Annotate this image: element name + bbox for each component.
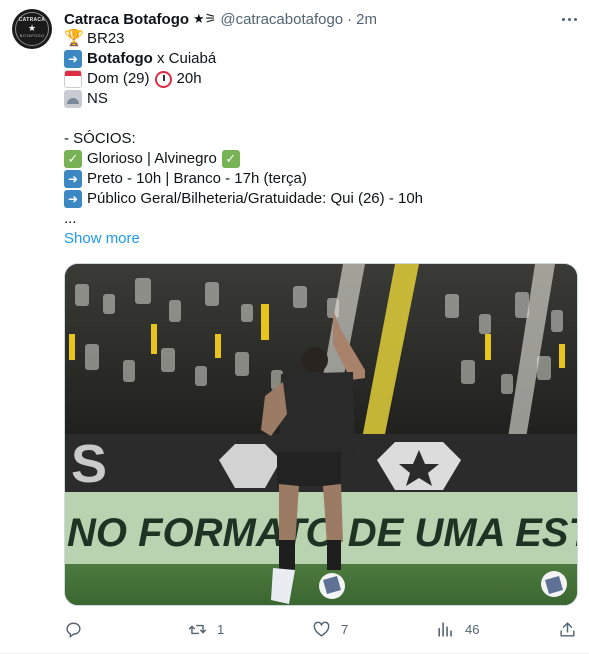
- trophy-icon: 🏆: [64, 30, 84, 47]
- author-handle[interactable]: @catracabotafogo: [220, 11, 343, 28]
- reply-icon: [66, 621, 81, 638]
- stadium-icon: [64, 90, 82, 108]
- avatar[interactable]: CATRACA ★ BOTAFOGO: [12, 9, 52, 49]
- reply-button[interactable]: [64, 618, 93, 640]
- tweet-line: Show more: [64, 229, 576, 249]
- tweet-text: 🏆 BR23 Botafogo x Cuiabá Dom (29) 20h NS…: [64, 29, 576, 249]
- tweet-line: Dom (29) 20h: [64, 69, 576, 89]
- views-chart-icon: [438, 621, 452, 637]
- heart-icon: [313, 621, 330, 637]
- avatar-logo-text-bottom: BOTAFOGO: [19, 33, 45, 38]
- retweet-count: 1: [217, 621, 225, 637]
- retweet-icon: [188, 624, 207, 634]
- tweet-line: Preto - 10h | Branco - 17h (terça): [64, 169, 576, 189]
- tweet-line: Glorioso | Alvinegro: [64, 149, 576, 169]
- views-count: 46: [465, 621, 480, 637]
- section-heading-text: - SÓCIOS:: [64, 130, 136, 147]
- author-name[interactable]: Catraca Botafogo: [64, 11, 189, 28]
- more-options-icon[interactable]: [555, 8, 583, 30]
- share-icon: [560, 621, 575, 637]
- right-arrow-icon: [64, 170, 82, 188]
- venue-text: NS: [87, 90, 108, 107]
- svg-text:S: S: [71, 434, 107, 494]
- star-icon: ★: [27, 23, 37, 33]
- separator-dot: ·: [347, 10, 353, 28]
- away-team-text: x Cuiabá: [152, 50, 217, 67]
- right-arrow-icon: [64, 190, 82, 208]
- retweet-button[interactable]: 1: [188, 618, 224, 640]
- tweet-actions: 1 7 46: [0, 618, 589, 640]
- views-button[interactable]: 46: [436, 618, 479, 640]
- check-mark-icon: [64, 150, 82, 168]
- tweet-photo[interactable]: S NO FORMATO DE UMA ESTR: [64, 263, 578, 606]
- calendar-icon: [64, 70, 82, 88]
- author-name-emoji: ★⚞: [193, 11, 217, 26]
- ellipsis-text: ...: [64, 210, 77, 227]
- banner-text: NO FORMATO DE UMA ESTR: [67, 511, 578, 555]
- sales-schedule-text: Preto - 10h | Branco - 17h (terça): [87, 170, 307, 187]
- check-mark-icon: [221, 150, 240, 168]
- general-sales-text: Público Geral/Bilheteria/Gratuidade: Qui…: [87, 190, 424, 207]
- tweet[interactable]: CATRACA ★ BOTAFOGO Catraca Botafogo ★⚞ @…: [0, 0, 589, 654]
- tweet-header: Catraca Botafogo ★⚞ @catracabotafogo · 2…: [64, 9, 377, 29]
- match-date-text: Dom (29): [87, 70, 150, 87]
- share-button[interactable]: [558, 618, 577, 640]
- tweet-line: Botafogo x Cuiabá: [64, 49, 576, 69]
- home-team-text: Botafogo: [87, 50, 153, 67]
- competition-text: BR23: [87, 30, 125, 47]
- tweet-line: Público Geral/Bilheteria/Gratuidade: Qui…: [64, 189, 576, 209]
- like-button[interactable]: 7: [312, 618, 348, 640]
- tweet-line: 🏆 BR23: [64, 29, 576, 49]
- like-count: 7: [341, 621, 349, 637]
- membership-plans-text: Glorioso | Alvinegro: [87, 150, 217, 167]
- stadium-photo: S NO FORMATO DE UMA ESTR: [65, 264, 578, 605]
- tweet-line: NS: [64, 89, 576, 109]
- show-more-link[interactable]: Show more: [64, 229, 140, 249]
- match-time-text: 20h: [176, 70, 202, 87]
- tweet-line: - SÓCIOS:: [64, 129, 576, 149]
- tweet-line: ...: [64, 209, 576, 229]
- tweet-timestamp[interactable]: 2m: [356, 11, 377, 28]
- right-arrow-icon: [64, 50, 82, 68]
- alarm-clock-icon: [154, 70, 172, 88]
